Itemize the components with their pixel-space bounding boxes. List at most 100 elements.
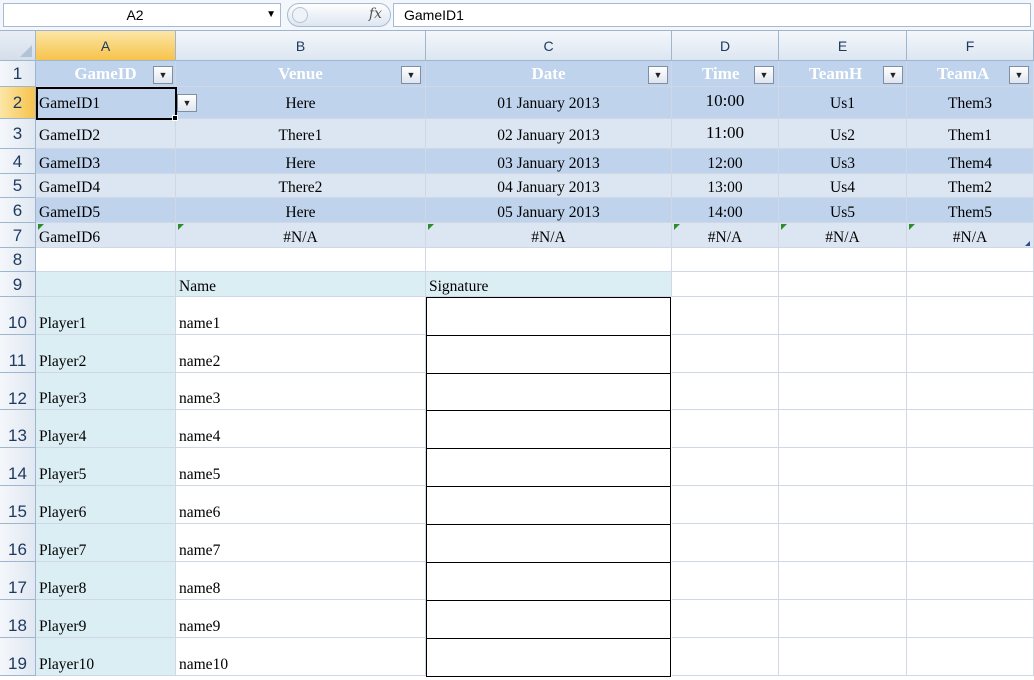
table-cell[interactable]: Here	[176, 198, 426, 223]
cell-a8[interactable]	[36, 248, 176, 272]
table-cell[interactable]: 14:00	[672, 198, 779, 223]
filter-dropdown-teamh-icon[interactable]: ▼	[883, 66, 903, 84]
header-cell-venue[interactable]: Venue	[176, 61, 426, 87]
filter-dropdown-teama-icon[interactable]: ▼	[1009, 66, 1029, 84]
table-cell[interactable]: #N/A	[426, 223, 672, 248]
row-header-18[interactable]: 18	[0, 600, 36, 638]
player-label[interactable]: Player1	[36, 297, 176, 335]
empty-cell[interactable]	[672, 373, 779, 410]
formula-input[interactable]: GameID1	[393, 3, 1031, 27]
cell-d8[interactable]	[672, 248, 779, 272]
row-header-11[interactable]: 11	[0, 335, 36, 373]
table-cell[interactable]: Here	[176, 149, 426, 174]
signature-box[interactable]	[426, 486, 671, 525]
row-header-8[interactable]: 8	[0, 248, 36, 272]
table-cell[interactable]: #N/A	[779, 223, 907, 248]
empty-cell[interactable]	[779, 448, 907, 486]
signature-box[interactable]	[426, 410, 671, 449]
name-box-dropdown-icon[interactable]: ▼	[266, 9, 276, 20]
empty-cell[interactable]	[779, 486, 907, 524]
formula-bar-resize-handle[interactable]	[292, 7, 308, 23]
player-name[interactable]: name10	[176, 638, 426, 676]
player-name[interactable]: name6	[176, 486, 426, 524]
empty-cell[interactable]	[907, 297, 1034, 335]
player-name[interactable]: name1	[176, 297, 426, 335]
empty-cell[interactable]	[672, 297, 779, 335]
table-cell[interactable]: #N/A	[672, 223, 779, 248]
insert-function-icon[interactable]: fx	[369, 6, 382, 22]
name-box[interactable]: A2 ▼	[3, 3, 281, 27]
column-header-a[interactable]: A	[36, 31, 176, 61]
table-cell[interactable]: Us2	[779, 119, 907, 149]
table-cell[interactable]: #N/A	[907, 223, 1034, 248]
empty-cell[interactable]	[907, 373, 1034, 410]
empty-cell[interactable]	[779, 373, 907, 410]
column-header-d[interactable]: D	[672, 31, 779, 61]
table-cell[interactable]: Us5	[779, 198, 907, 223]
row-header-7[interactable]: 7	[0, 223, 36, 248]
table-resize-handle-icon[interactable]	[1025, 241, 1030, 246]
empty-cell[interactable]	[779, 638, 907, 676]
player-name[interactable]: name4	[176, 410, 426, 448]
signature-box[interactable]	[426, 600, 671, 639]
empty-cell[interactable]	[779, 297, 907, 335]
empty-cell[interactable]	[907, 562, 1034, 600]
fill-handle[interactable]	[172, 115, 178, 121]
table-cell[interactable]: 05 January 2013	[426, 198, 672, 223]
empty-cell[interactable]	[907, 524, 1034, 562]
empty-cell[interactable]	[779, 562, 907, 600]
filter-dropdown-gameid-icon[interactable]: ▼	[153, 66, 173, 84]
row-header-16[interactable]: 16	[0, 524, 36, 562]
column-header-f[interactable]: F	[907, 31, 1034, 61]
signature-box[interactable]	[426, 524, 671, 563]
signature-box[interactable]	[426, 373, 671, 411]
table-cell[interactable]: 01 January 2013	[426, 87, 672, 119]
row-header-10[interactable]: 10	[0, 297, 36, 335]
empty-cell[interactable]	[779, 524, 907, 562]
filter-dropdown-time-icon[interactable]: ▼	[754, 66, 774, 84]
row-header-3[interactable]: 3	[0, 119, 36, 149]
empty-cell[interactable]	[779, 410, 907, 448]
column-header-c[interactable]: C	[426, 31, 672, 61]
signature-box[interactable]	[426, 562, 671, 601]
row-header-9[interactable]: 9	[0, 272, 36, 297]
empty-cell[interactable]	[779, 600, 907, 638]
empty-cell[interactable]	[672, 486, 779, 524]
empty-cell[interactable]	[672, 524, 779, 562]
table-cell[interactable]: Here	[176, 87, 426, 119]
player-name[interactable]: name7	[176, 524, 426, 562]
table-cell[interactable]: Them2	[907, 174, 1034, 198]
empty-cell[interactable]	[907, 600, 1034, 638]
column-header-e[interactable]: E	[779, 31, 907, 61]
cell-a9[interactable]	[36, 272, 176, 297]
table-cell[interactable]: Them5	[907, 198, 1034, 223]
row-header-4[interactable]: 4	[0, 149, 36, 174]
table-cell[interactable]: 02 January 2013	[426, 119, 672, 149]
player-label[interactable]: Player8	[36, 562, 176, 600]
table-cell[interactable]: GameID2	[36, 119, 176, 149]
signature-box[interactable]	[426, 638, 671, 677]
cell-c8[interactable]	[426, 248, 672, 272]
row-header-1[interactable]: 1	[0, 61, 36, 87]
signature-box[interactable]	[426, 448, 671, 487]
row-header-14[interactable]: 14	[0, 448, 36, 486]
empty-cell[interactable]	[907, 448, 1034, 486]
table-cell[interactable]: Them1	[907, 119, 1034, 149]
validation-dropdown-icon[interactable]: ▼	[177, 94, 197, 112]
player-label[interactable]: Player3	[36, 373, 176, 410]
player-name[interactable]: name8	[176, 562, 426, 600]
table-cell[interactable]: 04 January 2013	[426, 174, 672, 198]
player-name[interactable]: name3	[176, 373, 426, 410]
player-label[interactable]: Player7	[36, 524, 176, 562]
table-cell[interactable]: Them4	[907, 149, 1034, 174]
row-header-13[interactable]: 13	[0, 410, 36, 448]
header-cell-date[interactable]: Date	[426, 61, 672, 87]
cell-f8[interactable]	[907, 248, 1034, 272]
player-label[interactable]: Player5	[36, 448, 176, 486]
filter-dropdown-venue-icon[interactable]: ▼	[401, 66, 421, 84]
table-cell[interactable]: 03 January 2013	[426, 149, 672, 174]
table-cell[interactable]: GameID5	[36, 198, 176, 223]
empty-cell[interactable]	[779, 335, 907, 373]
row-header-6[interactable]: 6	[0, 198, 36, 223]
table-cell[interactable]: There1	[176, 119, 426, 149]
